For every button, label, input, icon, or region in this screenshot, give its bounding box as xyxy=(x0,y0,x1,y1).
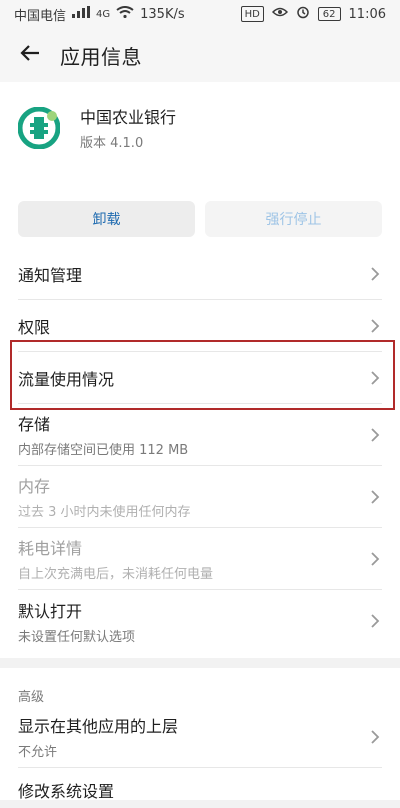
advanced-section: 高级 显示在其他应用的上层 不允许 修改系统设置 xyxy=(0,668,400,801)
list-item-notification[interactable]: 通知管理 xyxy=(18,248,382,300)
list-item-sub: 未设置任何默认选项 xyxy=(18,629,136,645)
section-label: 高级 xyxy=(18,690,45,705)
chevron-right-icon xyxy=(368,729,382,744)
wifi-icon xyxy=(116,6,134,22)
list-item-sub: 过去 3 小时内未使用任何内存 xyxy=(18,505,191,520)
list-item-label: 权限 xyxy=(18,317,51,337)
list-item-label: 流量使用情况 xyxy=(18,369,115,389)
settings-list-inner: 通知管理 权限 流量使用情况 存储 内部存储空间已使用 112 MB 内存 过去… xyxy=(0,248,400,652)
status-right: HD 62 11:06 xyxy=(240,5,386,23)
app-version: 版本 4.1.0 xyxy=(80,136,144,151)
chevron-right-icon xyxy=(368,427,382,442)
list-item-label: 耗电详情 xyxy=(18,539,83,558)
list-item-permissions[interactable]: 权限 xyxy=(18,300,382,352)
list-item-label: 修改系统设置 xyxy=(18,782,115,801)
list-item-battery-usage[interactable]: 耗电详情 自上次充满电后，未消耗任何电量 xyxy=(18,528,382,590)
agricultural-bank-logo-icon xyxy=(18,106,60,149)
back-button[interactable] xyxy=(18,43,42,67)
list-item-label: 内存 xyxy=(18,477,51,496)
chevron-right-icon xyxy=(368,318,382,333)
network-speed: 135K/s xyxy=(140,6,185,22)
action-buttons: 卸载 强行停止 xyxy=(18,201,382,237)
time-label: 11:06 xyxy=(348,6,386,22)
chevron-right-icon xyxy=(368,266,382,281)
list-item-label: 显示在其他应用的上层 xyxy=(18,717,179,736)
battery-indicator: 62 xyxy=(317,7,341,21)
chevron-right-icon xyxy=(368,489,382,504)
app-bar: 应用信息 xyxy=(0,28,400,82)
list-item-label: 存储 xyxy=(18,415,51,434)
chevron-right-icon xyxy=(368,370,382,385)
list-item-modify-system-settings[interactable]: 修改系统设置 xyxy=(18,768,382,808)
list-item-sub: 不允许 xyxy=(18,745,58,760)
alarm-icon xyxy=(296,5,310,23)
force-stop-button[interactable]: 强行停止 xyxy=(205,201,382,237)
eye-icon xyxy=(271,6,288,22)
carrier-label: 中国电信 xyxy=(14,8,67,24)
status-bar: 中国电信 4G 135K/s HD 62 11:06 xyxy=(0,0,400,28)
hd-badge: HD xyxy=(240,6,264,22)
chevron-right-icon xyxy=(368,614,382,628)
app-name: 中国农业银行 xyxy=(80,108,177,127)
settings-list: 通知管理 权限 流量使用情况 存储 内部存储空间已使用 112 MB 内存 过去… xyxy=(0,248,400,658)
list-item-storage[interactable]: 存储 内部存储空间已使用 112 MB xyxy=(18,404,382,466)
uninstall-button[interactable]: 卸载 xyxy=(18,201,195,237)
list-item-default-open[interactable]: 默认打开 未设置任何默认选项 xyxy=(18,590,382,652)
arrow-left-icon xyxy=(19,42,41,68)
list-item-sub: 自上次充满电后，未消耗任何电量 xyxy=(18,567,214,582)
list-item-data-usage[interactable]: 流量使用情况 xyxy=(18,352,382,404)
chevron-right-icon xyxy=(368,551,382,566)
list-item-sub: 内部存储空间已使用 112 MB xyxy=(18,443,189,458)
section-divider xyxy=(0,658,400,668)
list-item-memory[interactable]: 内存 过去 3 小时内未使用任何内存 xyxy=(18,466,382,528)
signal-icon xyxy=(72,6,91,22)
app-header: 中国农业银行 版本 4.1.0 xyxy=(18,82,382,151)
list-item-label: 默认打开 xyxy=(18,601,83,621)
status-left: 中国电信 4G 135K/s xyxy=(14,5,185,24)
network-type: 4G xyxy=(96,8,111,20)
page-title: 应用信息 xyxy=(60,44,142,69)
list-item-label: 通知管理 xyxy=(18,265,83,285)
list-item-overlay[interactable]: 显示在其他应用的上层 不允许 xyxy=(18,706,382,768)
